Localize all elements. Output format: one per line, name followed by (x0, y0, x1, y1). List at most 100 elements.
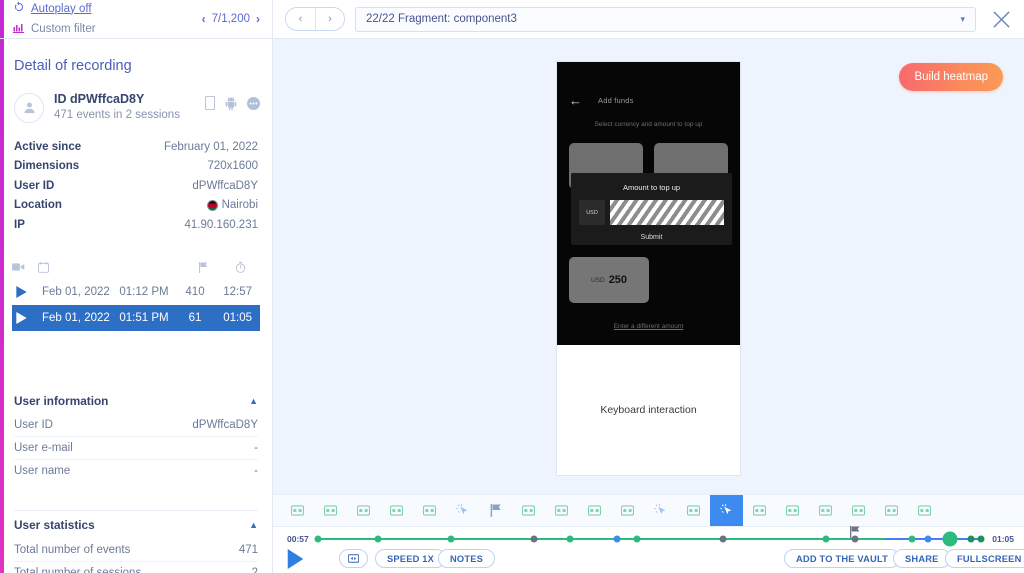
timeline-marker[interactable] (908, 535, 916, 542)
event-thumbnail-click[interactable] (644, 495, 677, 526)
user-statistics-header[interactable]: User statistics ▲ (14, 511, 258, 539)
info-row: User name - (14, 460, 258, 483)
device-screen-preview[interactable]: ← Add funds Select currency and amount t… (556, 61, 741, 476)
player-stage: Build heatmap ← Add funds Select currenc… (273, 39, 1024, 494)
user-id-heading: ID dPWffcaD8Y (54, 92, 145, 106)
session-row-selected[interactable]: Feb 01, 2022 01:51 PM 61 01:05 (12, 304, 260, 331)
event-thumbnail-tag[interactable] (380, 495, 413, 526)
event-thumbnail-tag[interactable] (413, 495, 446, 526)
play-session-icon[interactable] (16, 311, 42, 324)
play-button[interactable] (287, 549, 304, 573)
app-navbar: ← Add funds (557, 90, 740, 110)
kenya-flag-icon (206, 199, 218, 211)
chevron-down-icon[interactable]: ▾ (960, 14, 965, 25)
timeline-marker[interactable] (447, 535, 455, 542)
pager-prev-button[interactable]: ‹ (202, 12, 206, 26)
event-thumbnail-tag[interactable] (281, 495, 314, 526)
timeline-track[interactable] (314, 525, 985, 546)
event-thumbnail-tag[interactable] (611, 495, 644, 526)
timeline-marker[interactable] (719, 535, 727, 542)
fragment-next-button[interactable]: › (315, 8, 344, 30)
timeline-marker[interactable] (967, 535, 975, 542)
fullscreen-button[interactable]: FULLSCREEN (945, 549, 1024, 568)
timeline-marker[interactable] (566, 535, 574, 542)
event-thumbnail-tag[interactable] (809, 495, 842, 526)
timeline-marker[interactable] (374, 535, 382, 542)
duration-icon (220, 259, 260, 277)
event-thumbnail-tag[interactable] (776, 495, 809, 526)
fragment-select[interactable]: 22/22 Fragment: component3 ▾ (355, 6, 976, 32)
recording-metadata: Active since February 01, 2022 Dimension… (14, 137, 258, 235)
stat-row: Total number of sessions 2 (14, 562, 258, 573)
session-duration: 01:05 (223, 311, 252, 324)
close-button[interactable] (986, 4, 1016, 34)
add-to-vault-button[interactable]: ADD TO THE VAULT (784, 549, 901, 568)
timeline-marker[interactable] (530, 535, 538, 542)
chevron-up-icon[interactable]: ▲ (249, 396, 258, 406)
event-thumbnail-tag[interactable] (512, 495, 545, 526)
event-thumbnail-tag[interactable] (578, 495, 611, 526)
autoplay-icon (13, 0, 25, 18)
event-thumbnail-tag[interactable] (314, 495, 347, 526)
masked-amount-input[interactable] (610, 200, 724, 225)
event-thumbnail-tag[interactable] (347, 495, 380, 526)
amount-card-large[interactable]: USD 250 (569, 257, 649, 303)
event-thumbnail-click-active[interactable] (710, 495, 743, 526)
player-bottom-bar: 00:57 01:05 SPEED 1X NOTES ADD TO THE VA… (273, 494, 1024, 573)
flag-icon (186, 259, 220, 277)
stat-value: 2 (251, 566, 258, 573)
event-thumbnail-strip[interactable] (273, 494, 1024, 527)
session-event-count: 61 (188, 311, 202, 324)
timeline-marker[interactable] (613, 535, 621, 542)
event-thumbnail-tag[interactable] (545, 495, 578, 526)
meta-row: User ID dPWffcaD8Y (14, 176, 258, 196)
sessions-table: Feb 01, 2022 01:12 PM 410 12:57 Feb 01, … (12, 257, 260, 331)
skip-button[interactable] (339, 549, 368, 568)
play-session-icon[interactable] (16, 285, 42, 298)
notes-button[interactable]: NOTES (438, 549, 496, 568)
event-thumbnail-tag[interactable] (677, 495, 710, 526)
timeline-marker[interactable] (924, 535, 932, 542)
currency-selector[interactable]: USD (579, 200, 605, 225)
modal-submit-button[interactable]: Submit (571, 225, 732, 241)
stat-label: Total number of sessions (14, 566, 142, 573)
event-thumbnail-tag[interactable] (743, 495, 776, 526)
timeline-marker[interactable] (822, 535, 829, 542)
chevron-up-icon[interactable]: ▲ (249, 520, 258, 530)
avatar (14, 92, 44, 123)
meta-value: February 01, 2022 (164, 140, 258, 153)
pager-next-button[interactable]: › (256, 12, 260, 26)
timeline-playhead[interactable] (942, 531, 958, 546)
timeline-marker[interactable] (633, 535, 641, 542)
timeline-marker[interactable] (977, 535, 985, 542)
session-row[interactable]: Feb 01, 2022 01:12 PM 410 12:57 (12, 279, 260, 305)
back-arrow-icon[interactable]: ← (569, 93, 582, 108)
calendar-icon (37, 259, 60, 277)
user-information-header[interactable]: User information ▲ (14, 387, 258, 415)
speed-button[interactable]: SPEED 1X (375, 549, 447, 568)
timeline-marker[interactable] (314, 535, 322, 542)
info-row: User e-mail - (14, 437, 258, 460)
enter-different-amount-link[interactable]: Enter a different amount (557, 323, 740, 330)
timeline[interactable]: 00:57 01:05 (273, 525, 1024, 549)
fragment-prev-button[interactable]: ‹ (286, 8, 315, 30)
keyboard-interaction-area: Keyboard interaction (557, 345, 740, 475)
build-heatmap-button[interactable]: Build heatmap (899, 63, 1003, 91)
timeline-played-segment (315, 537, 886, 540)
event-thumbnail-flag[interactable] (479, 495, 512, 526)
event-thumbnail-tag[interactable] (908, 495, 941, 526)
event-thumbnail-tag[interactable] (875, 495, 908, 526)
timeline-flag-icon[interactable] (850, 525, 861, 543)
more-options-icon[interactable] (247, 96, 260, 115)
info-label: User name (14, 464, 71, 477)
stat-row: Total number of events 471 (14, 539, 258, 562)
sessions-table-header (12, 257, 260, 279)
custom-filter-label[interactable]: Custom filter (31, 23, 96, 36)
autoplay-toggle[interactable]: Autoplay off (31, 3, 92, 16)
event-thumbnail-click[interactable] (446, 495, 479, 526)
user-information-section: User information ▲ User ID dPWffcaD8Y Us… (14, 387, 258, 483)
amount-modal: Amount to top up USD Submit (571, 173, 732, 245)
event-thumbnail-tag[interactable] (842, 495, 875, 526)
share-button[interactable]: SHARE (893, 549, 951, 568)
timeline-start-time: 00:57 (287, 534, 309, 544)
